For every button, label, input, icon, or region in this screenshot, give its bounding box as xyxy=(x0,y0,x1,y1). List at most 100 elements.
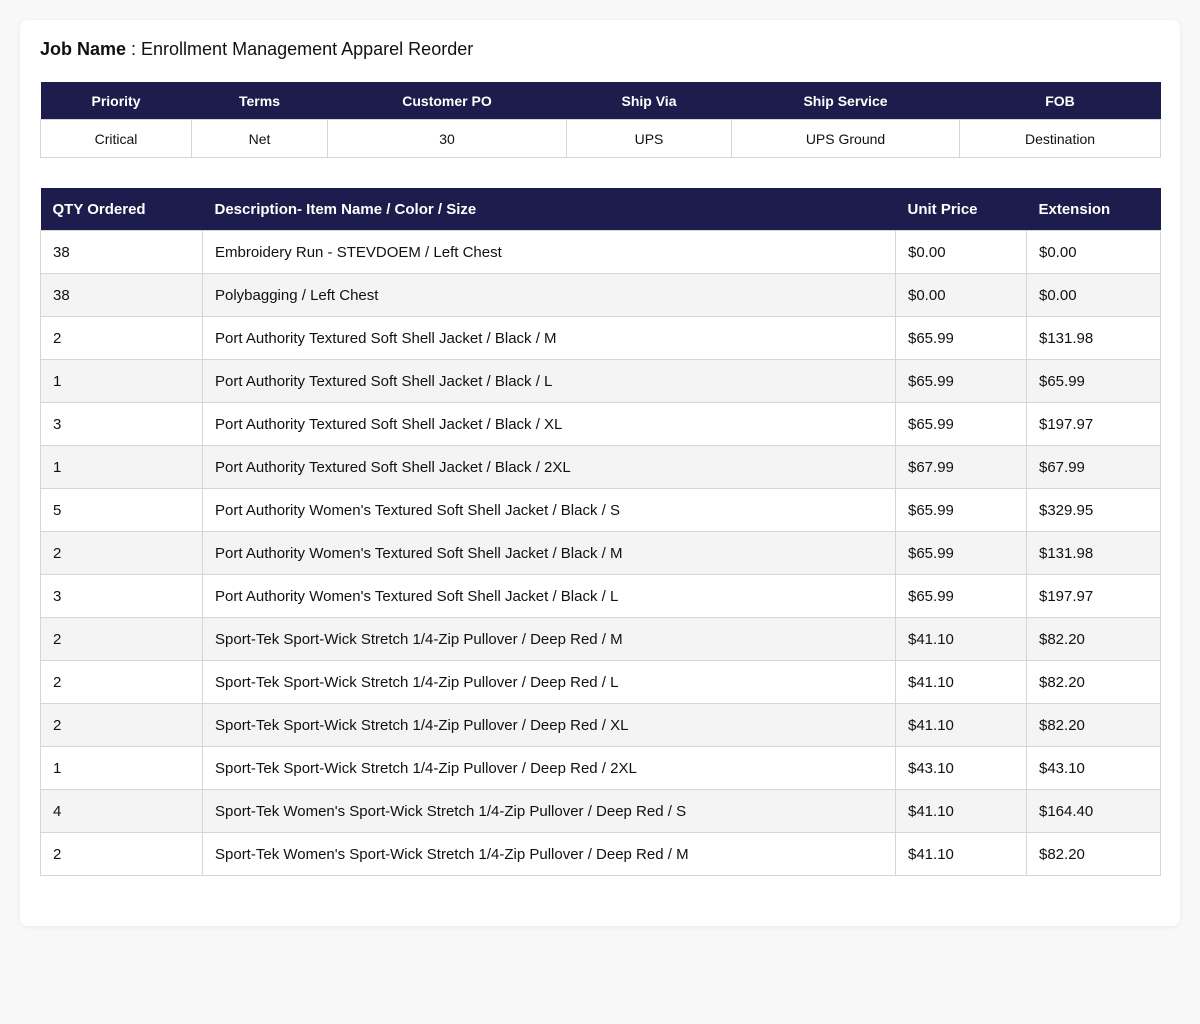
meta-header-customer-po: Customer PO xyxy=(327,82,567,120)
description-cell: Sport-Tek Sport-Wick Stretch 1/4-Zip Pul… xyxy=(202,746,896,790)
description-cell: Port Authority Textured Soft Shell Jacke… xyxy=(202,402,896,446)
order-meta-table: Priority Terms Customer PO Ship Via Ship… xyxy=(40,82,1161,158)
meta-value-fob: Destination xyxy=(959,119,1161,158)
items-header-extension: Extension xyxy=(1026,188,1161,231)
qty-cell: 2 xyxy=(40,531,203,575)
unit-price-cell: $41.10 xyxy=(895,789,1027,833)
extension-cell: $131.98 xyxy=(1026,316,1161,360)
line-items-table: QTY Ordered Description- Item Name / Col… xyxy=(40,188,1161,876)
extension-cell: $0.00 xyxy=(1026,273,1161,317)
unit-price-cell: $65.99 xyxy=(895,531,1027,575)
qty-cell: 3 xyxy=(40,402,203,446)
items-header-description: Description- Item Name / Color / Size xyxy=(202,188,896,231)
extension-cell: $197.97 xyxy=(1026,574,1161,618)
extension-cell: $0.00 xyxy=(1026,230,1161,274)
table-row: 2 Port Authority Women's Textured Soft Sh… xyxy=(40,531,1161,575)
qty-cell: 5 xyxy=(40,488,203,532)
extension-cell: $329.95 xyxy=(1026,488,1161,532)
items-header-unit-price: Unit Price xyxy=(895,188,1027,231)
unit-price-cell: $41.10 xyxy=(895,703,1027,747)
table-row: 38 Polybagging / Left Chest $0.00 $0.00 xyxy=(40,273,1161,317)
meta-header-row: Priority Terms Customer PO Ship Via Ship… xyxy=(40,82,1161,120)
unit-price-cell: $41.10 xyxy=(895,617,1027,661)
table-row: 2 Sport-Tek Sport-Wick Stretch 1/4-Zip Pu… xyxy=(40,703,1161,747)
table-row: 3 Port Authority Women's Textured Soft Sh… xyxy=(40,574,1161,618)
unit-price-cell: $43.10 xyxy=(895,746,1027,790)
table-row: 38 Embroidery Run - STEVDOEM / Left Chest… xyxy=(40,230,1161,274)
description-cell: Sport-Tek Sport-Wick Stretch 1/4-Zip Pul… xyxy=(202,660,896,704)
description-cell: Port Authority Women's Textured Soft She… xyxy=(202,531,896,575)
qty-cell: 1 xyxy=(40,746,203,790)
table-row: 3 Port Authority Textured Soft Shell Jack… xyxy=(40,402,1161,446)
unit-price-cell: $65.99 xyxy=(895,359,1027,403)
extension-cell: $43.10 xyxy=(1026,746,1161,790)
meta-header-priority: Priority xyxy=(40,82,192,120)
meta-header-ship-service: Ship Service xyxy=(731,82,960,120)
qty-cell: 2 xyxy=(40,703,203,747)
meta-value-priority: Critical xyxy=(40,119,192,158)
table-row: 1 Port Authority Textured Soft Shell Jack… xyxy=(40,445,1161,489)
description-cell: Port Authority Textured Soft Shell Jacke… xyxy=(202,316,896,360)
unit-price-cell: $0.00 xyxy=(895,230,1027,274)
job-name-line: Job Name : Enrollment Management Apparel… xyxy=(40,38,473,60)
extension-cell: $82.20 xyxy=(1026,703,1161,747)
table-row: 5 Port Authority Women's Textured Soft Sh… xyxy=(40,488,1161,532)
description-cell: Port Authority Women's Textured Soft She… xyxy=(202,488,896,532)
qty-cell: 1 xyxy=(40,445,203,489)
meta-header-terms: Terms xyxy=(191,82,328,120)
qty-cell: 1 xyxy=(40,359,203,403)
qty-cell: 2 xyxy=(40,660,203,704)
unit-price-cell: $65.99 xyxy=(895,574,1027,618)
qty-cell: 2 xyxy=(40,316,203,360)
qty-cell: 2 xyxy=(40,617,203,661)
job-name-label: Job Name xyxy=(40,39,127,59)
table-row: 2 Sport-Tek Women's Sport-Wick Stretch 1/… xyxy=(40,832,1161,876)
table-row: 2 Sport-Tek Sport-Wick Stretch 1/4-Zip Pu… xyxy=(40,660,1161,704)
meta-header-fob: FOB xyxy=(959,82,1161,120)
qty-cell: 38 xyxy=(40,273,203,317)
description-cell: Sport-Tek Women's Sport-Wick Stretch 1/4… xyxy=(202,789,896,833)
table-row: 1 Sport-Tek Sport-Wick Stretch 1/4-Zip Pu… xyxy=(40,746,1161,790)
description-cell: Embroidery Run - STEVDOEM / Left Chest xyxy=(202,230,896,274)
items-header-row: QTY Ordered Description- Item Name / Col… xyxy=(40,188,1161,231)
qty-cell: 3 xyxy=(40,574,203,618)
meta-value-customer-po: 30 xyxy=(327,119,567,158)
extension-cell: $67.99 xyxy=(1026,445,1161,489)
extension-cell: $82.20 xyxy=(1026,660,1161,704)
unit-price-cell: $65.99 xyxy=(895,402,1027,446)
qty-cell: 2 xyxy=(40,832,203,876)
description-cell: Polybagging / Left Chest xyxy=(202,273,896,317)
extension-cell: $131.98 xyxy=(1026,531,1161,575)
description-cell: Port Authority Textured Soft Shell Jacke… xyxy=(202,445,896,489)
description-cell: Sport-Tek Sport-Wick Stretch 1/4-Zip Pul… xyxy=(202,703,896,747)
unit-price-cell: $65.99 xyxy=(895,316,1027,360)
items-body: 38 Embroidery Run - STEVDOEM / Left Chest… xyxy=(40,230,1161,876)
meta-header-ship-via: Ship Via xyxy=(566,82,732,120)
description-cell: Port Authority Women's Textured Soft She… xyxy=(202,574,896,618)
job-name-value: : Enrollment Management Apparel Reorder xyxy=(126,39,474,59)
description-cell: Port Authority Textured Soft Shell Jacke… xyxy=(202,359,896,403)
unit-price-cell: $41.10 xyxy=(895,660,1027,704)
table-row: 1 Port Authority Textured Soft Shell Jack… xyxy=(40,359,1161,403)
extension-cell: $65.99 xyxy=(1026,359,1161,403)
description-cell: Sport-Tek Women's Sport-Wick Stretch 1/4… xyxy=(202,832,896,876)
meta-value-ship-via: UPS xyxy=(566,119,732,158)
unit-price-cell: $65.99 xyxy=(895,488,1027,532)
unit-price-cell: $67.99 xyxy=(895,445,1027,489)
items-header-qty: QTY Ordered xyxy=(40,188,203,231)
order-card: Job Name : Enrollment Management Apparel… xyxy=(20,20,1180,926)
extension-cell: $164.40 xyxy=(1026,789,1161,833)
qty-cell: 38 xyxy=(40,230,203,274)
qty-cell: 4 xyxy=(40,789,203,833)
description-cell: Sport-Tek Sport-Wick Stretch 1/4-Zip Pul… xyxy=(202,617,896,661)
extension-cell: $82.20 xyxy=(1026,832,1161,876)
table-row: 2 Sport-Tek Sport-Wick Stretch 1/4-Zip Pu… xyxy=(40,617,1161,661)
extension-cell: $197.97 xyxy=(1026,402,1161,446)
meta-value-terms: Net xyxy=(191,119,328,158)
unit-price-cell: $41.10 xyxy=(895,832,1027,876)
extension-cell: $82.20 xyxy=(1026,617,1161,661)
unit-price-cell: $0.00 xyxy=(895,273,1027,317)
meta-value-ship-service: UPS Ground xyxy=(731,119,960,158)
table-row: 2 Port Authority Textured Soft Shell Jack… xyxy=(40,316,1161,360)
meta-value-row: Critical Net 30 UPS UPS Ground Destinati… xyxy=(40,119,1161,158)
